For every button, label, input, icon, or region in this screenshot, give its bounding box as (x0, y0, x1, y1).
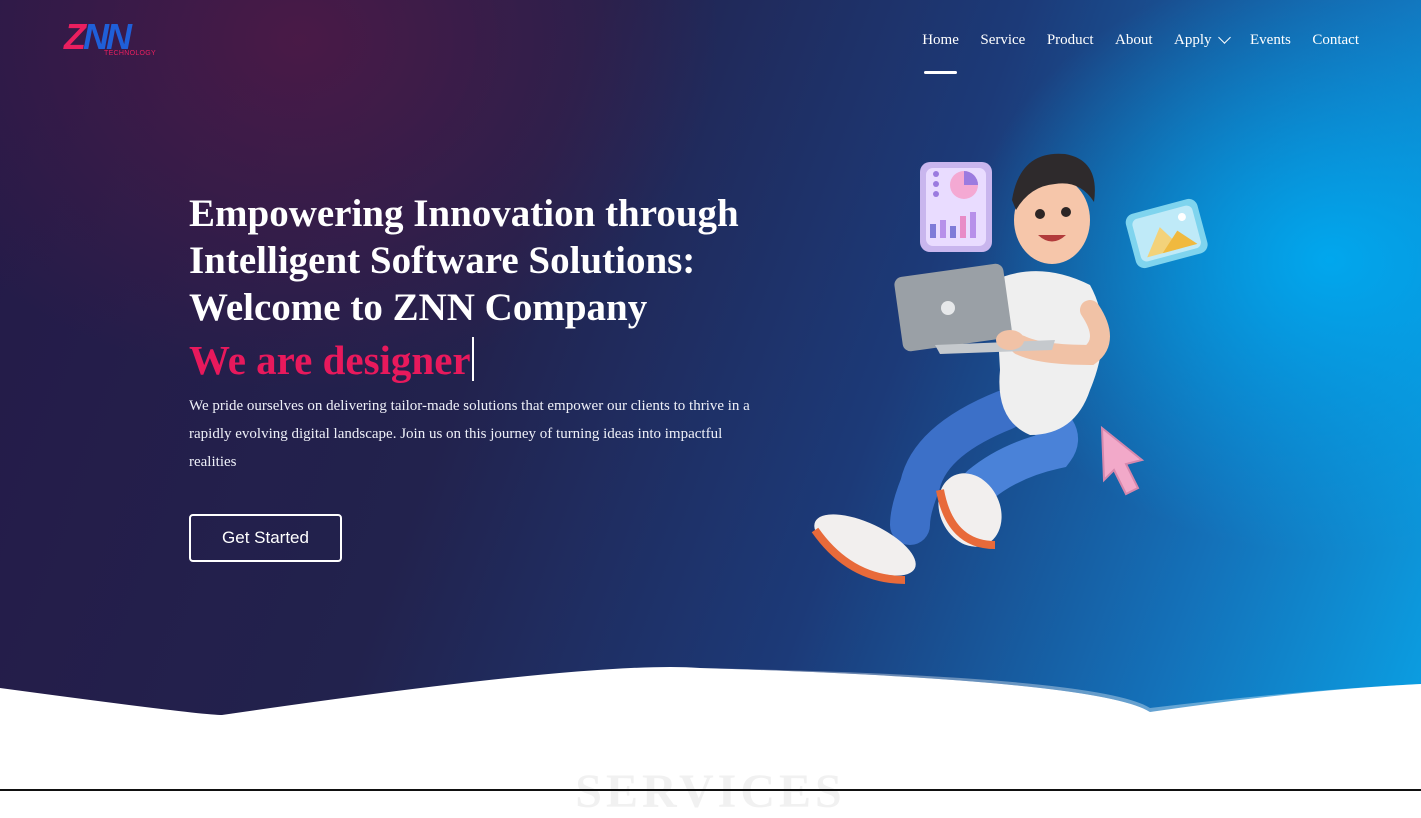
nav-contact[interactable]: Contact (1312, 30, 1359, 50)
chevron-down-icon (1217, 30, 1231, 44)
hero-section: ZNN TECHNOLOGY Home Service Product Abou… (0, 0, 1421, 816)
hero-description: We pride ourselves on delivering tailor-… (189, 398, 750, 470)
nav-home-label: Home (922, 32, 959, 48)
nav-product[interactable]: Product (1047, 30, 1094, 50)
main-nav: Home Service Product About Apply Events … (901, 30, 1359, 74)
nav-events-label: Events (1250, 32, 1291, 48)
dashboard-card-icon (920, 162, 992, 252)
nav-product-label: Product (1046, 32, 1094, 48)
get-started-button[interactable]: Get Started (189, 514, 342, 562)
logo-letter-z: Z (64, 16, 86, 57)
hero-illustration (811, 153, 1208, 584)
nav-apply-label: Apply (1174, 32, 1212, 48)
nav-service-label: Service (980, 32, 1026, 48)
nav-home[interactable]: Home (922, 30, 959, 74)
nav-about-label: About (1115, 32, 1153, 48)
text-cursor (471, 337, 474, 381)
services-section-title: SERVICES (575, 765, 846, 818)
nav-events[interactable]: Events (1250, 30, 1291, 50)
nav-apply-dropdown[interactable]: Apply (1174, 30, 1231, 50)
logo-tagline: TECHNOLOGY (104, 50, 157, 57)
typed-tagline: We are designer (189, 337, 474, 383)
nav-contact-label: Contact (1312, 32, 1359, 48)
nav-service[interactable]: Service (980, 30, 1025, 50)
logo[interactable]: ZNN TECHNOLOGY (64, 18, 174, 60)
hero-headline: Empowering Innovation through Intelligen… (189, 192, 739, 329)
cursor-arrow-icon (1100, 425, 1145, 496)
typed-text: We are designer (189, 337, 471, 383)
image-card-icon (1125, 198, 1208, 269)
nav-about[interactable]: About (1115, 30, 1153, 50)
